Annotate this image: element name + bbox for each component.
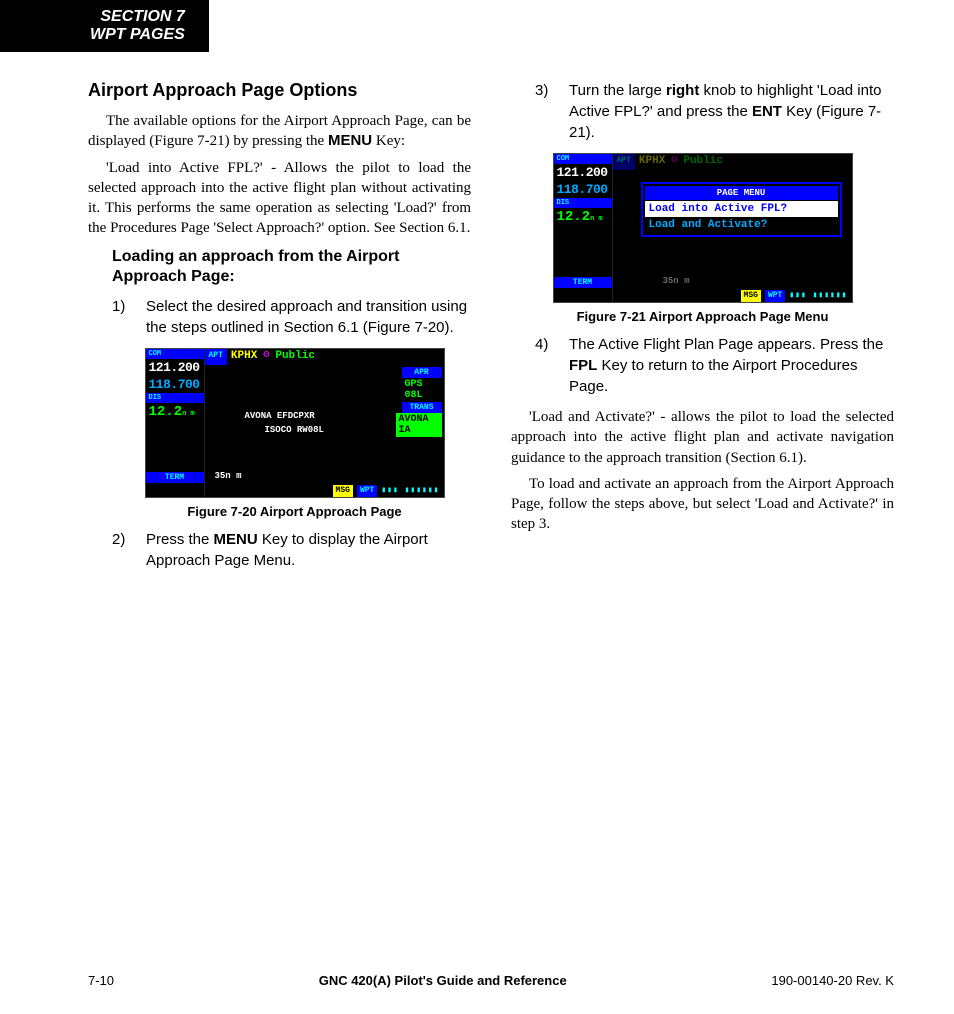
document-revision: 190-00140-20 Rev. K (771, 973, 894, 988)
section-number: SECTION 7 (90, 8, 185, 26)
load-activate-paragraph: 'Load and Activate?' - allows the pilot … (511, 407, 894, 468)
closing-paragraph: To load and activate an approach from th… (511, 474, 894, 535)
page-bars-icon: ▮▮▮ ▮▮▮▮▮▮ (789, 290, 847, 302)
section-title: WPT PAGES (90, 26, 185, 44)
menu-key-ref: MENU (328, 132, 372, 149)
step-3: 3) Turn the large right knob to highligh… (535, 80, 894, 143)
menu-item-load-active: Load into Active FPL? (645, 201, 838, 217)
heading-airport-approach-options: Airport Approach Page Options (88, 80, 471, 101)
page-footer: 7-10 GNC 420(A) Pilot's Guide and Refere… (88, 973, 894, 988)
steps-list-cont: 2) Press the MENU Key to display the Air… (112, 529, 471, 571)
intro-paragraph: The available options for the Airport Ap… (88, 111, 471, 152)
figure-7-21-caption: Figure 7-21 Airport Approach Page Menu (511, 309, 894, 324)
figure-7-20-caption: Figure 7-20 Airport Approach Page (118, 504, 471, 519)
steps-list-right-2: 4) The Active Flight Plan Page appears. … (535, 334, 894, 397)
menu-item-load-activate: Load and Activate? (645, 217, 838, 233)
gps-screenshot-7-21: COM 121.200 118.700 DIS 12.2n m TERM APT… (553, 153, 853, 303)
page-number: 7-10 (88, 973, 114, 988)
document-title: GNC 420(A) Pilot's Guide and Reference (319, 973, 567, 988)
step-1: 1) Select the desired approach and trans… (112, 296, 471, 338)
symbol-icon: ⊖ (261, 349, 271, 365)
step-4: 4) The Active Flight Plan Page appears. … (535, 334, 894, 397)
section-header: SECTION 7 WPT PAGES (0, 0, 209, 52)
figure-7-21: COM 121.200 118.700 DIS 12.2n m TERM APT… (511, 153, 894, 324)
steps-list: 1) Select the desired approach and trans… (112, 296, 471, 338)
content-columns: Airport Approach Page Options The availa… (88, 80, 894, 581)
steps-list-right: 3) Turn the large right knob to highligh… (535, 80, 894, 143)
left-column: Airport Approach Page Options The availa… (88, 80, 471, 581)
page-bars-icon: ▮▮▮ ▮▮▮▮▮▮ (381, 485, 439, 497)
right-column: 3) Turn the large right knob to highligh… (511, 80, 894, 581)
step-2: 2) Press the MENU Key to display the Air… (112, 529, 471, 571)
load-fpl-paragraph: 'Load into Active FPL?' - Allows the pil… (88, 158, 471, 239)
subheading-loading-approach: Loading an approach from the Airport App… (112, 247, 471, 289)
page-menu-box: PAGE MENU Load into Active FPL? Load and… (641, 182, 842, 237)
page-menu-title: PAGE MENU (645, 186, 838, 200)
figure-7-20: COM 121.200 118.700 DIS 12.2n m TERM APT… (118, 348, 471, 519)
gps-screenshot-7-20: COM 121.200 118.700 DIS 12.2n m TERM APT… (145, 348, 445, 498)
